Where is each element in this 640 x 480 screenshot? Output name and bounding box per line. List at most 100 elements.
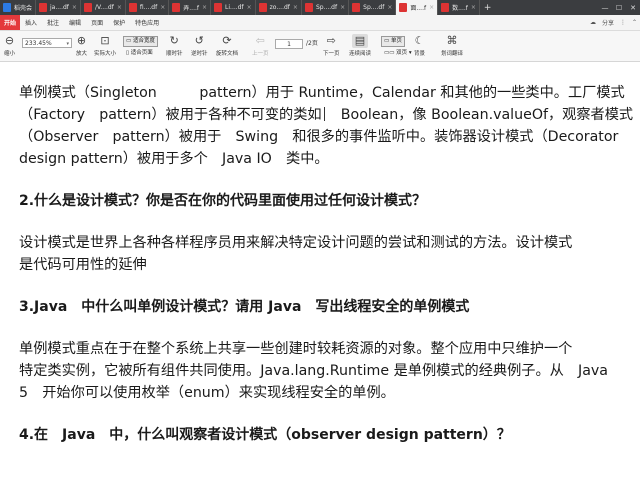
rotate-clockwise-button[interactable]: ↻ 顺时针 [166, 34, 183, 57]
new-tab-icon[interactable]: + [480, 3, 496, 13]
zoom-input[interactable]: 233.45% ▾ [22, 38, 72, 48]
translate-button[interactable]: ⌘ 划词翻译 [441, 34, 463, 57]
close-icon[interactable]: × [293, 4, 298, 11]
close-icon[interactable]: × [429, 4, 434, 11]
tab-document[interactable]: Li....df × [211, 0, 256, 15]
double-page-button[interactable]: ▭▭ 双页 ▾ [381, 48, 415, 59]
tab-docer-home[interactable]: 稻壳会 [0, 0, 37, 15]
tab-document[interactable]: ja....df × [36, 0, 81, 15]
window-controls: — ☐ ✕ [598, 0, 640, 15]
menu-right-group: ☁ 分享 ⋮ ⌃ [587, 18, 640, 27]
rotate-document-button[interactable]: ⟳ 旋转文档 [216, 34, 238, 57]
maximize-icon[interactable]: ☐ [612, 4, 626, 12]
fit-page-button[interactable]: ▯ 适合页面 [123, 48, 156, 59]
arrow-left-icon: ⇦ [255, 34, 265, 47]
pdf-icon [39, 3, 48, 12]
start-menu-button[interactable]: 开始 [0, 15, 21, 30]
zoom-out-icon: ⊖ [4, 34, 15, 47]
tab-document[interactable]: 数....f × [438, 0, 480, 15]
next-page-button[interactable]: ⇨ 下一页 [323, 34, 340, 57]
pdf-icon [352, 3, 361, 12]
background-button[interactable]: ☾ 背景 [414, 34, 425, 57]
close-window-icon[interactable]: ✕ [626, 4, 640, 12]
menu-insert[interactable]: 插入 [20, 15, 42, 30]
tab-document-active[interactable]: 面....f × [396, 0, 439, 15]
paragraph-line: 设计模式是世界上各种各样程序员用来解决特定设计问题的尝试和测试的方法。设计模式 [19, 235, 573, 251]
paragraph-line: 单例模式（Singleton pattern）用于 Runtime，Calend… [19, 85, 625, 101]
moon-icon: ☾ [414, 34, 425, 47]
double-page-icon: ▭▭ [384, 50, 397, 56]
close-icon[interactable]: × [247, 4, 252, 11]
menu-protect[interactable]: 保护 [108, 15, 130, 30]
tab-label: 稻壳会 [14, 5, 33, 12]
menu-bar: 开始 插入 批注 编辑 页面 保护 特色应用 ☁ 分享 ⋮ ⌃ [0, 15, 640, 31]
minimize-icon[interactable]: — [598, 4, 612, 12]
tab-document[interactable]: Sp....df × [349, 0, 397, 15]
tab-document[interactable]: fi....df × [126, 0, 170, 15]
menu-page[interactable]: 页面 [86, 15, 108, 30]
document-view[interactable]: 单例模式（Singleton pattern）用于 Runtime，Calend… [0, 62, 640, 480]
close-icon[interactable]: × [387, 4, 392, 11]
continuous-reading-button[interactable]: ▤ 连续阅读 [349, 34, 371, 57]
tab-document[interactable]: Sp....df × [302, 0, 350, 15]
tab-label: Sp....df [315, 4, 338, 11]
paragraph-line: 5 开始你可以使用枚举（enum）来实现线程安全的单例。 [19, 385, 395, 401]
close-icon[interactable]: × [160, 4, 165, 11]
tab-document[interactable]: /V....df × [81, 0, 126, 15]
tab-label: Li....df [225, 4, 244, 11]
menu-edit[interactable]: 编辑 [64, 15, 86, 30]
paragraph-line: 特定类实例，它被所有组件共同使用。Java.lang.Runtime 是单例模式… [19, 363, 608, 379]
tab-label: 数....f [452, 5, 468, 12]
tab-label: fi....df [139, 4, 158, 11]
text-cursor [323, 107, 325, 121]
collapse-icon[interactable]: ⌃ [629, 19, 640, 26]
cloud-icon[interactable]: ☁ [587, 19, 599, 26]
continuous-icon: ▤ [351, 34, 369, 48]
tab-document[interactable]: 弄....f × [169, 0, 212, 15]
prev-page-button[interactable]: ⇦ 上一页 [252, 34, 269, 57]
close-icon[interactable]: × [117, 4, 122, 11]
question-heading: 4.在 Java 中，什么叫观察者设计模式（observer design pa… [19, 427, 511, 443]
close-icon[interactable]: × [340, 4, 345, 11]
paragraph-line: 单例模式重点在于在整个系统上共享一些创建时较耗资源的对象。整个应用中只维护一个 [19, 341, 573, 357]
fit-width-button[interactable]: ▭ 适合宽度 [123, 36, 158, 47]
pdf-icon [128, 3, 137, 12]
rotate-counterclockwise-button[interactable]: ↺ 逆时针 [191, 34, 208, 57]
pdf-icon [304, 3, 313, 12]
tab-label: zo....df [269, 4, 290, 11]
document-page: 单例模式（Singleton pattern）用于 Runtime，Calend… [19, 82, 639, 446]
tab-label: 弄....f [183, 5, 200, 12]
enlarge-button[interactable]: ⊕ 放大 [76, 34, 87, 57]
share-button[interactable]: 分享 [599, 18, 617, 27]
actual-size-button[interactable]: ⊡ 实际大小 [94, 34, 116, 57]
question-heading: 2.什么是设计模式？你是否在你的代码里面使用过任何设计模式？ [19, 193, 427, 209]
menu-comment[interactable]: 批注 [42, 15, 64, 30]
single-page-button[interactable]: ▭ 单页 [381, 36, 405, 47]
close-icon[interactable]: × [202, 4, 207, 11]
pdf-icon [399, 3, 408, 12]
pdf-icon [441, 3, 450, 12]
chevron-down-icon: ▾ [407, 50, 412, 56]
question-heading: 3.Java 中什么叫单例设计模式？请用 Java 写出线程安全的单例模式 [19, 299, 470, 315]
menu-special-apps[interactable]: 特色应用 [130, 15, 164, 30]
paragraph-line: （Factory pattern）被用于各种不可变的类如 Boolean，像 B… [19, 107, 634, 123]
more-icon[interactable]: ⋮ [617, 19, 629, 26]
docer-icon [3, 3, 11, 12]
single-page-icon: ▭ [384, 38, 391, 44]
tab-label: /V....df [94, 4, 114, 11]
translate-icon: ⌘ [446, 34, 458, 47]
pdf-icon [258, 3, 267, 12]
close-icon[interactable]: × [471, 4, 476, 11]
shrink-button[interactable]: ⊖ 缩小 [4, 34, 15, 57]
pdf-icon [83, 3, 92, 12]
chevron-down-icon[interactable]: ▾ [66, 39, 69, 49]
pdf-icon [172, 3, 181, 12]
paragraph-line: design pattern）被用于多个 Java IO 类中。 [19, 151, 329, 167]
arrow-right-icon: ⇨ [326, 34, 336, 47]
page-number-input[interactable]: 1 [275, 39, 303, 49]
tab-bar: 稻壳会 ja....df × /V....df × fi....df × 弄....f… [0, 0, 640, 15]
rotate-cw-icon: ↻ [169, 34, 179, 47]
paragraph-line: （Observer pattern）被用于 Swing 和很多的事件监听中。装饰… [19, 129, 619, 145]
close-icon[interactable]: × [72, 4, 77, 11]
tab-document[interactable]: zo....df × [256, 0, 302, 15]
